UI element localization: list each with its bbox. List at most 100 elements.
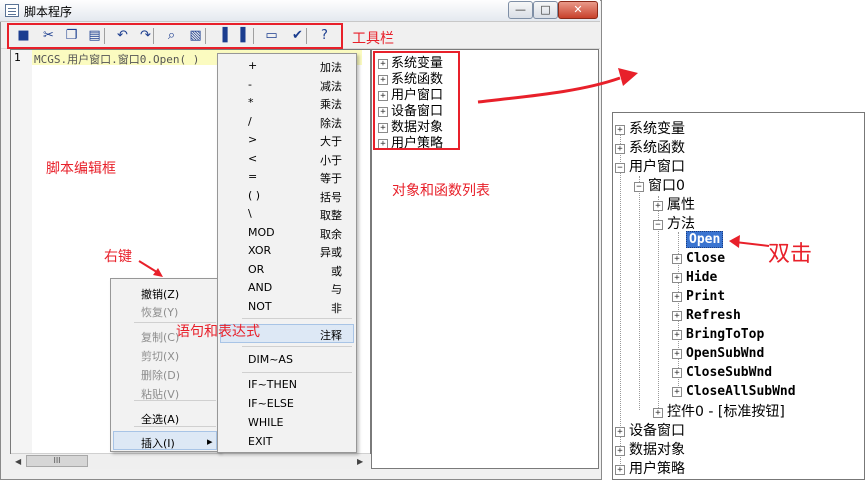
scroll-left-icon[interactable]: ◀ [15, 457, 21, 466]
context-menu-item: 复制(C) [141, 331, 180, 344]
window-title: 脚本程序 [24, 5, 73, 19]
context-menu-item[interactable]: 撤销(Z) [141, 286, 179, 302]
operator-symbol[interactable]: AND [248, 281, 272, 294]
toolbar-annotation: 工具栏 [352, 31, 394, 47]
expand-icon[interactable]: − [653, 220, 663, 230]
minimize-button[interactable]: — [508, 1, 533, 19]
tree-guide [620, 130, 621, 466]
context-menu-item[interactable]: 全选(A) [141, 411, 179, 427]
zoomed-tree-label: Print [686, 289, 726, 304]
zoomed-tree-label: Close [686, 251, 726, 266]
method-item[interactable]: + Close [672, 251, 725, 266]
operator-symbol[interactable]: ( ) [248, 189, 260, 202]
statement-item[interactable]: IF~ELSE [248, 397, 294, 410]
statements-annotation: 语句和表达式 [176, 324, 260, 340]
method-item[interactable]: + Print [672, 289, 725, 304]
open-method-label: Open [686, 231, 724, 248]
zoomed-tree-item[interactable]: + 控件0 - [标准按钮] [653, 401, 785, 421]
expand-icon[interactable]: + [615, 125, 625, 135]
zoomed-tree-item[interactable]: + 设备窗口 [615, 420, 685, 440]
operator-symbol[interactable]: < [248, 152, 257, 165]
operator-symbol[interactable]: NOT [248, 300, 272, 313]
operator-symbol[interactable]: - [248, 78, 252, 91]
expand-icon[interactable]: + [615, 465, 625, 475]
operator-description: 括号 [320, 190, 342, 204]
zoomed-tree-item[interactable]: + 属性 [653, 194, 695, 214]
operator-symbol[interactable]: = [248, 170, 257, 183]
method-open[interactable]: Open [686, 231, 724, 248]
operator-symbol[interactable]: \ [248, 207, 252, 220]
zoomed-tree-label: 用户窗口 [629, 159, 685, 175]
zoomed-tree-item[interactable]: − 用户窗口 [615, 156, 685, 176]
method-item[interactable]: + CloseAllSubWnd [672, 384, 796, 399]
zoomed-tree-item[interactable]: + 系统变量 [615, 118, 685, 138]
statement-item[interactable]: IF~THEN [248, 378, 297, 391]
method-item[interactable]: + Hide [672, 270, 717, 285]
operator-symbol[interactable]: * [248, 96, 254, 109]
expand-icon[interactable]: + [653, 201, 663, 211]
statement-item[interactable]: DIM~AS [248, 353, 293, 366]
zoomed-tree-label: 系统函数 [629, 140, 685, 156]
context-menu-item[interactable]: 插入(I) [141, 435, 175, 451]
menu-separator [242, 372, 352, 373]
operator-symbol[interactable]: + [248, 59, 257, 72]
maximize-button[interactable]: □ [533, 1, 558, 19]
zoomed-tree-label: 控件0 - [标准按钮] [667, 404, 785, 420]
operator-symbol[interactable]: MOD [248, 226, 275, 239]
zoomed-tree-label: 数据对象 [629, 442, 685, 458]
operator-description: 减法 [320, 79, 342, 93]
zoomed-tree-label: 系统变量 [629, 121, 685, 137]
operator-description: 取整 [320, 209, 342, 222]
scroll-thumb[interactable]: III [26, 455, 88, 467]
method-item[interactable]: + BringToTop [672, 327, 764, 342]
zoomed-tree-label: 窗口0 [648, 178, 685, 194]
zoomed-tree-item[interactable]: + 用户策略 [615, 458, 685, 478]
expand-icon[interactable]: + [615, 446, 625, 456]
app-icon [5, 4, 19, 17]
method-item[interactable]: + CloseSubWnd [672, 365, 772, 380]
statement-item[interactable]: EXIT [248, 435, 272, 448]
expand-icon[interactable]: + [672, 311, 682, 321]
zoomed-tree-item[interactable]: − 窗口0 [634, 175, 685, 195]
operator-description: 小于 [320, 153, 342, 167]
expand-icon[interactable]: + [672, 292, 682, 302]
editor-annotation: 脚本编辑框 [46, 161, 116, 177]
statement-item[interactable]: WHILE [248, 416, 283, 429]
object-list-annotation: 对象和函数列表 [392, 183, 490, 199]
zoomed-tree-item[interactable]: + 系统函数 [615, 137, 685, 157]
expand-icon[interactable]: + [653, 408, 663, 418]
method-item[interactable]: + OpenSubWnd [672, 346, 764, 361]
menu-separator [242, 346, 352, 347]
method-item[interactable]: + Refresh [672, 308, 741, 323]
close-button[interactable]: ✕ [558, 1, 598, 19]
expand-icon[interactable]: − [634, 182, 644, 192]
expand-icon[interactable]: + [672, 387, 682, 397]
operator-symbol[interactable]: / [248, 115, 252, 128]
expand-icon[interactable]: + [615, 427, 625, 437]
double-click-arrow-icon [729, 235, 770, 248]
zoomed-tree-item[interactable]: − 方法 [653, 213, 695, 233]
expand-icon[interactable]: + [615, 144, 625, 154]
expand-icon[interactable]: + [672, 273, 682, 283]
expand-icon[interactable]: + [672, 330, 682, 340]
operator-description: 与 [331, 283, 342, 296]
operator-description: 大于 [320, 135, 342, 148]
menu-separator [134, 400, 216, 401]
comment-item[interactable]: 注释 [320, 327, 342, 343]
context-menu-item: 恢复(Y) [141, 306, 179, 319]
zoomed-tree-label: Hide [686, 270, 718, 285]
expand-icon[interactable]: + [672, 254, 682, 264]
expand-icon[interactable]: + [672, 349, 682, 359]
menu-separator [242, 318, 352, 319]
operator-symbol[interactable]: > [248, 133, 257, 146]
code-line[interactable]: MCGS.用户窗口.窗口0.Open( ) [34, 51, 199, 67]
operator-symbol[interactable]: OR [248, 263, 264, 276]
zoomed-tree-label: 方法 [667, 216, 695, 232]
scroll-right-icon[interactable]: ▶ [357, 457, 363, 466]
expand-icon[interactable]: − [615, 163, 625, 173]
submenu-arrow-icon: ▸ [207, 435, 213, 448]
zoomed-tree-label: 设备窗口 [629, 423, 685, 439]
expand-icon[interactable]: + [672, 368, 682, 378]
operator-symbol[interactable]: XOR [248, 244, 271, 257]
zoomed-tree-item[interactable]: + 数据对象 [615, 439, 685, 459]
